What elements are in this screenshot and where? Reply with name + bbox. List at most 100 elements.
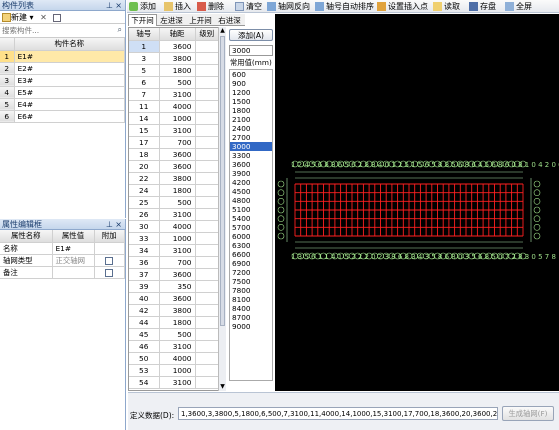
axis-row[interactable]: 15 3100 xyxy=(129,124,219,137)
axis-row[interactable]: 5 1800 xyxy=(129,64,219,77)
axis-no[interactable]: 33 xyxy=(129,232,160,245)
axis-no[interactable]: 34 xyxy=(129,244,160,257)
axis-row[interactable]: 14 1000 xyxy=(129,112,219,125)
axis-no[interactable]: 22 xyxy=(129,172,160,185)
common-value-item[interactable]: 8100 xyxy=(230,295,272,304)
pin-icon[interactable]: ⊥ xyxy=(106,219,113,230)
common-value-item[interactable]: 6600 xyxy=(230,250,272,259)
common-value-item[interactable]: 3600 xyxy=(230,160,272,169)
axis-row[interactable]: 50 4000 xyxy=(129,352,219,365)
common-value-item[interactable]: 900 xyxy=(230,79,272,88)
common-value-item[interactable]: 600 xyxy=(230,70,272,79)
component-row[interactable]: 5 E4# xyxy=(0,98,125,111)
axis-level[interactable] xyxy=(195,352,219,365)
common-value-item[interactable]: 4800 xyxy=(230,196,272,205)
axis-row[interactable]: 53 1000 xyxy=(129,364,219,377)
search-icon[interactable]: ⌕ xyxy=(118,25,122,35)
property-row[interactable]: 名称 E1# xyxy=(0,242,125,255)
axis-row[interactable]: 6 500 xyxy=(129,76,219,89)
tab-right-depth[interactable]: 右进深 xyxy=(215,15,244,27)
axis-no[interactable]: 40 xyxy=(129,292,160,305)
common-value-item[interactable]: 1200 xyxy=(230,88,272,97)
axis-dist[interactable]: 500 xyxy=(159,328,196,341)
common-value-item[interactable]: 3900 xyxy=(230,169,272,178)
axis-dist[interactable]: 4000 xyxy=(159,352,196,365)
define-data-input[interactable] xyxy=(178,407,498,420)
axis-level[interactable] xyxy=(195,268,219,281)
axis-no[interactable]: 36 xyxy=(129,256,160,269)
axis-no[interactable]: 14 xyxy=(129,112,160,125)
axis-level[interactable] xyxy=(195,280,219,293)
axis-level[interactable] xyxy=(195,316,219,329)
axis-dist[interactable]: 700 xyxy=(159,256,196,269)
common-value-item[interactable]: 1500 xyxy=(230,97,272,106)
axis-no[interactable]: 5 xyxy=(129,64,160,77)
axis-row[interactable]: 26 3100 xyxy=(129,208,219,221)
axis-dist[interactable]: 3600 xyxy=(159,40,196,53)
axis-dist[interactable]: 3600 xyxy=(159,160,196,173)
axis-no[interactable]: 3 xyxy=(129,52,160,65)
axis-no[interactable]: 25 xyxy=(129,196,160,209)
axis-row[interactable]: 54 3100 xyxy=(129,376,219,389)
axis-dist[interactable]: 3600 xyxy=(159,148,196,161)
axis-no[interactable]: 50 xyxy=(129,352,160,365)
axis-level[interactable] xyxy=(195,232,219,245)
axis-no[interactable]: 7 xyxy=(129,88,160,101)
axis-dist[interactable]: 3100 xyxy=(159,376,196,389)
axis-row[interactable]: 18 3600 xyxy=(129,148,219,161)
common-value-item[interactable]: 4500 xyxy=(230,187,272,196)
tab-left-depth[interactable]: 左进深 xyxy=(157,15,186,27)
axis-dist[interactable]: 3800 xyxy=(159,172,196,185)
axis-dist[interactable]: 3600 xyxy=(159,292,196,305)
axis-level[interactable] xyxy=(195,340,219,353)
axis-level[interactable] xyxy=(195,148,219,161)
axis-dist[interactable]: 3800 xyxy=(159,304,196,317)
tab-bottom-bay[interactable]: 下开间 xyxy=(128,14,157,26)
extra-checkbox[interactable] xyxy=(105,268,114,277)
common-value-item[interactable]: 2400 xyxy=(230,124,272,133)
axis-row[interactable]: 17 700 xyxy=(129,136,219,149)
axis-no[interactable]: 1 xyxy=(129,40,160,53)
axis-dist[interactable]: 500 xyxy=(159,76,196,89)
axis-level[interactable] xyxy=(195,76,219,89)
axis-dist[interactable]: 700 xyxy=(159,136,196,149)
property-value[interactable]: E1# xyxy=(52,242,95,255)
search-input[interactable] xyxy=(0,24,112,36)
axis-row[interactable]: 36 700 xyxy=(129,256,219,269)
axis-level[interactable] xyxy=(195,184,219,197)
scroll-down-arrow-icon[interactable]: ▼ xyxy=(219,383,226,391)
axis-level[interactable] xyxy=(195,64,219,77)
value-input[interactable] xyxy=(229,45,273,56)
generate-axis-button[interactable]: 生成轴网(F) xyxy=(502,406,554,421)
axis-no[interactable]: 39 xyxy=(129,280,160,293)
axis-no[interactable]: 17 xyxy=(129,136,160,149)
axis-dist[interactable]: 1000 xyxy=(159,112,196,125)
axis-canvas[interactable]: 1 2 4 5 6 8 8 6 5 6 2 8 8 4 0 1 2 5 1 5 … xyxy=(275,14,559,391)
component-row[interactable]: 1 E1# xyxy=(0,50,125,63)
common-value-item[interactable]: 8400 xyxy=(230,304,272,313)
axis-level[interactable] xyxy=(195,208,219,221)
axis-level[interactable] xyxy=(195,160,219,173)
axis-row[interactable]: 46 3100 xyxy=(129,340,219,353)
reverse-axis-button[interactable]: 轴网反向 xyxy=(267,1,310,12)
property-row[interactable]: 备注 xyxy=(0,266,125,279)
axis-dist[interactable]: 4000 xyxy=(159,220,196,233)
axis-dist[interactable]: 3600 xyxy=(159,268,196,281)
property-value[interactable] xyxy=(52,266,95,279)
axis-dist[interactable]: 350 xyxy=(159,280,196,293)
axis-row[interactable]: 37 3600 xyxy=(129,268,219,281)
common-value-item[interactable]: 7800 xyxy=(230,286,272,295)
common-value-item[interactable]: 2100 xyxy=(230,115,272,124)
axis-level[interactable] xyxy=(195,124,219,137)
common-value-item[interactable]: 6000 xyxy=(230,232,272,241)
common-value-item[interactable]: 9000 xyxy=(230,322,272,331)
extra-checkbox[interactable] xyxy=(105,256,114,265)
axis-level[interactable] xyxy=(195,244,219,257)
common-value-item[interactable]: 5100 xyxy=(230,205,272,214)
axis-row[interactable]: 25 500 xyxy=(129,196,219,209)
delete-button[interactable]: 删除 xyxy=(197,1,224,12)
axis-row[interactable]: 44 1800 xyxy=(129,316,219,329)
axis-no[interactable]: 24 xyxy=(129,184,160,197)
common-value-item[interactable]: 3300 xyxy=(230,151,272,160)
axis-no[interactable]: 45 xyxy=(129,328,160,341)
